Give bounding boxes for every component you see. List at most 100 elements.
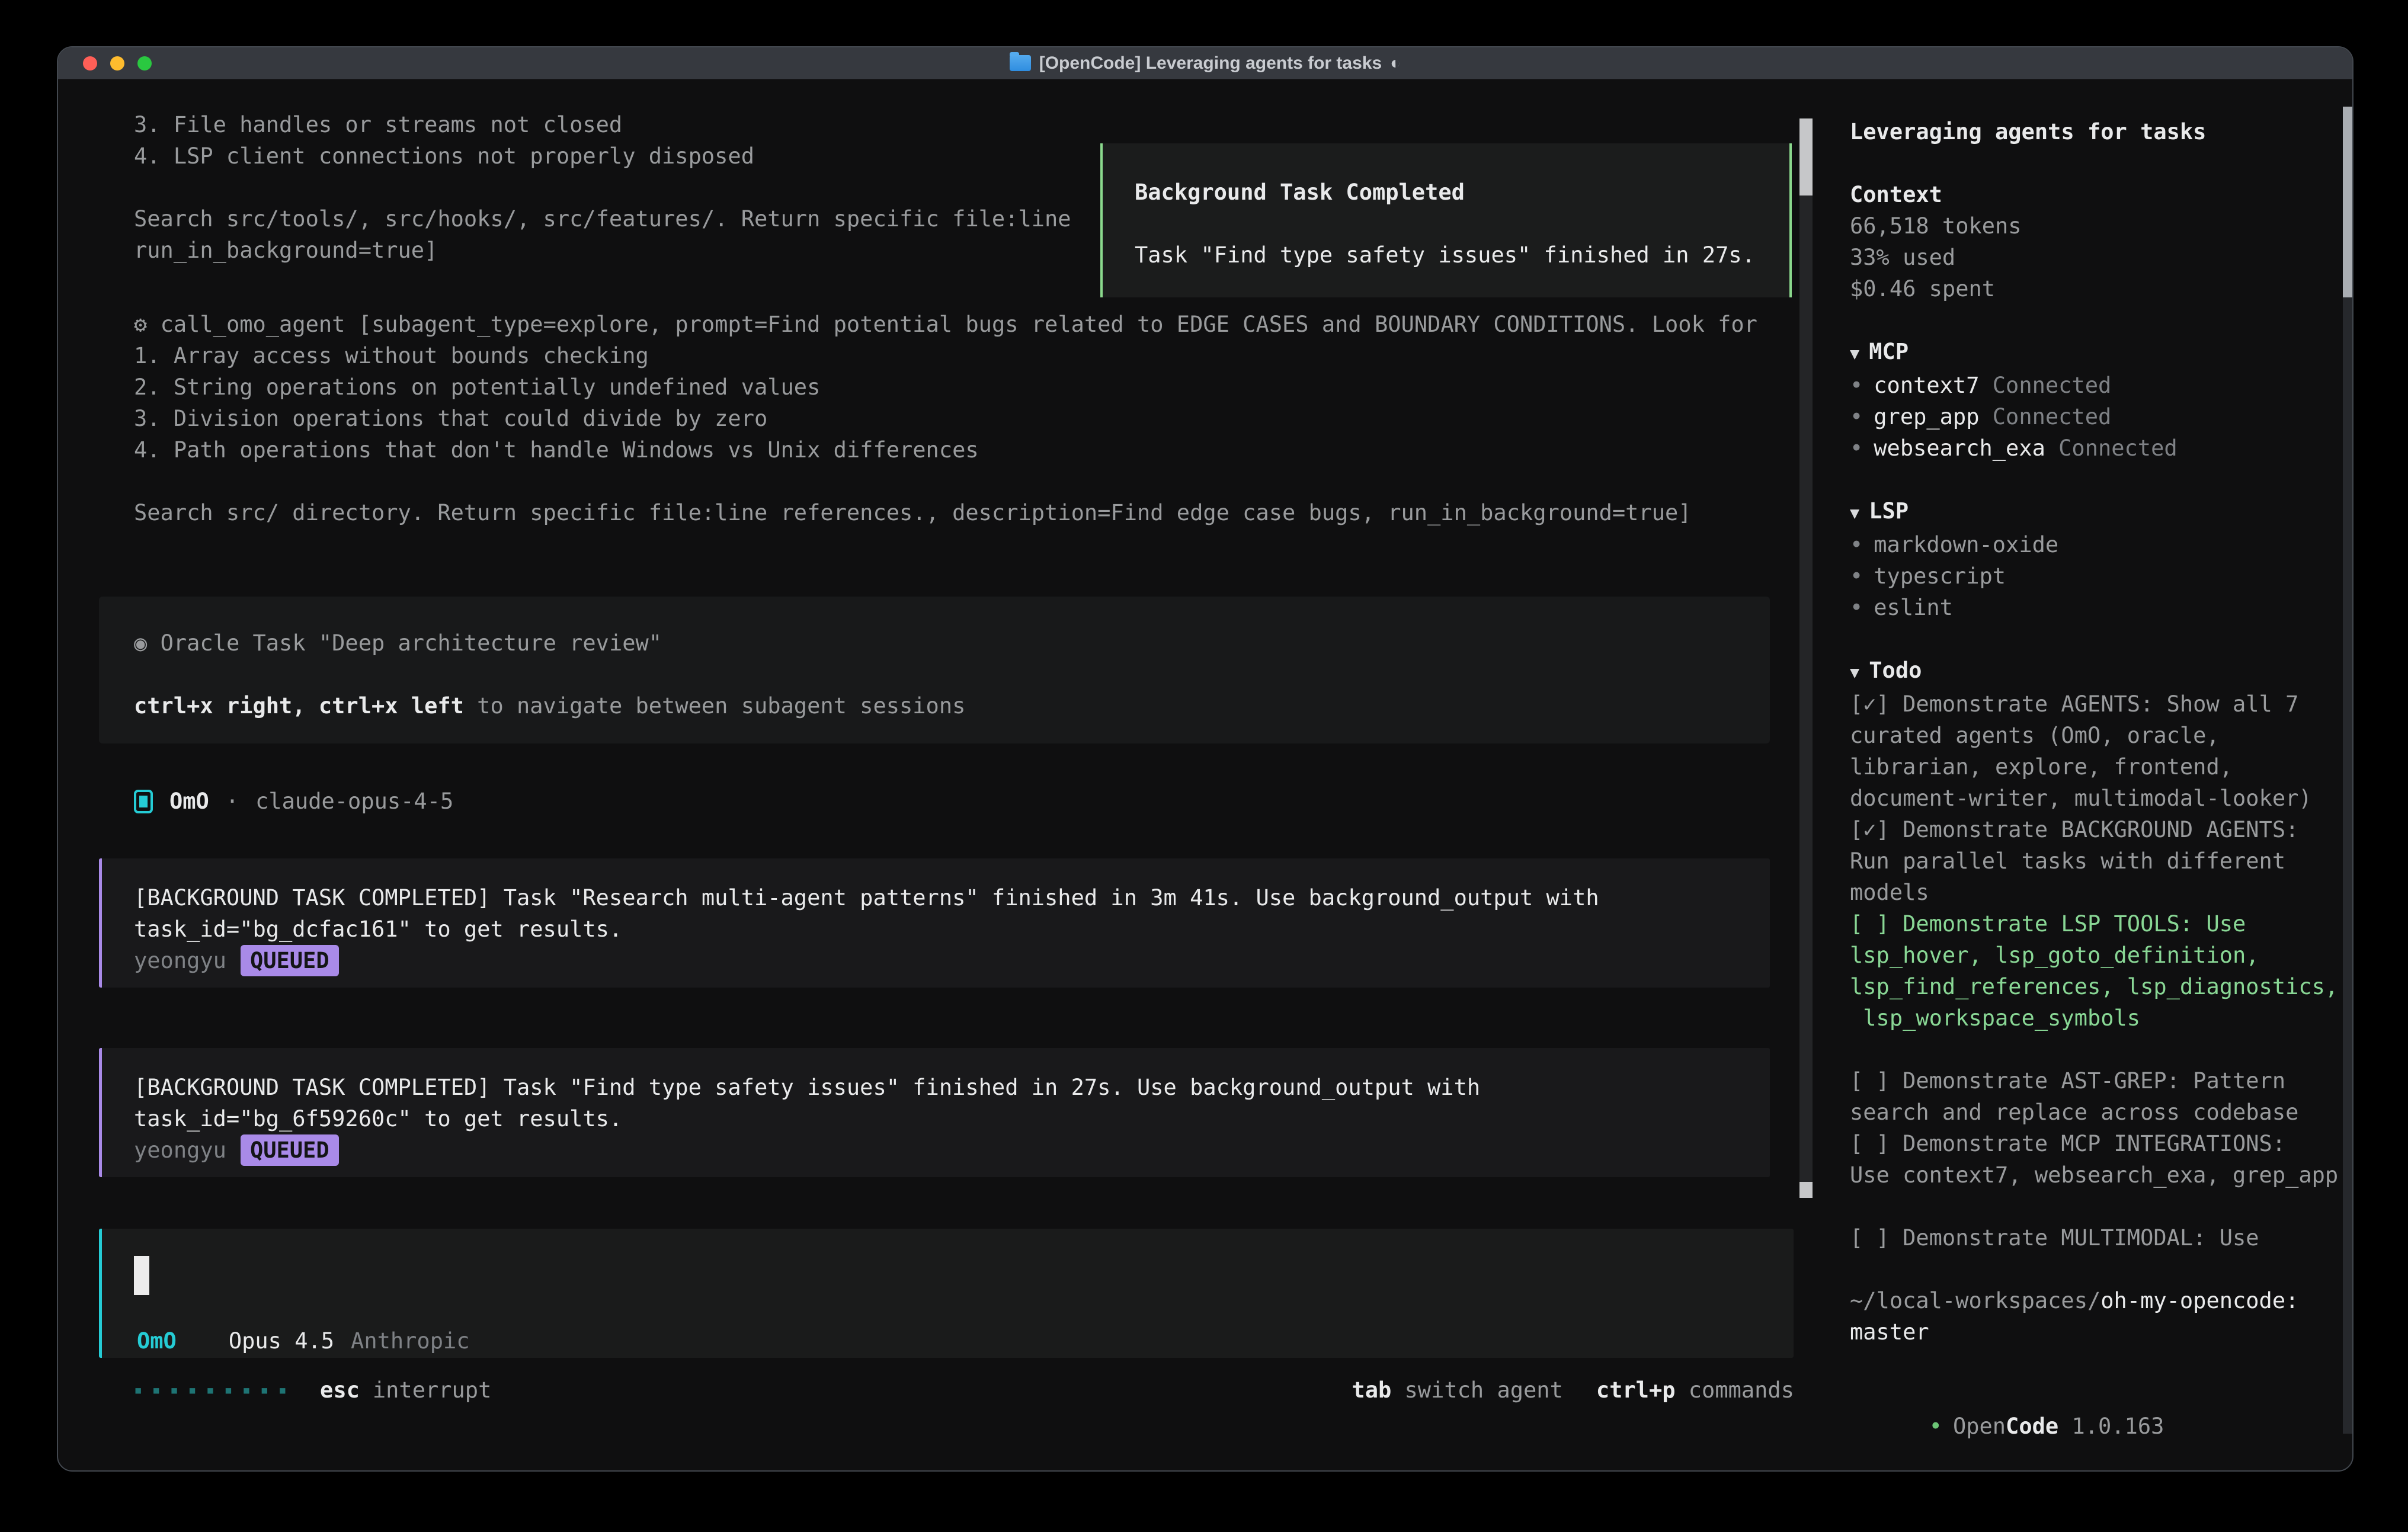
sidebar-scrollbar[interactable] [2343, 107, 2353, 1434]
terminal-line: Search src/tools/, src/hooks/, src/featu… [134, 203, 1071, 235]
todo-item-active: [ ] Demonstrate LSP TOOLS: Use lsp_hover… [1850, 908, 2342, 1034]
author-name: yeongyu [134, 1137, 226, 1163]
workspace-repo: oh-my-opencode: [2100, 1288, 2298, 1313]
window-title-suffix-icon: ◐ [1390, 53, 1401, 73]
prompt-input[interactable]: OmO Opus 4.5 Anthropic [99, 1229, 1794, 1358]
terminal-line: 1. Array access without bounds checking [134, 340, 1757, 371]
keybind-text: ctrl+x right, ctrl+x left [134, 693, 464, 719]
lsp-item: •eslint [1850, 592, 2342, 623]
esc-key-hint: esc [320, 1374, 360, 1406]
author-name: yeongyu [134, 948, 226, 973]
status-bar: ▪▪▪▪▪▪▪▪▪ esc interrupt tab switch agent… [134, 1374, 1794, 1406]
context-spent: $0.46 spent [1850, 273, 2342, 305]
workspace-path-prefix: ~/local-workspaces/ [1850, 1288, 2100, 1313]
commands-hint: ctrl+p commands [1596, 1374, 1794, 1406]
agent-model: claude-opus-4-5 [255, 786, 453, 817]
tool-call-text: call_omo_agent [subagent_type=explore, p… [161, 312, 1757, 337]
bullet-icon: • [1850, 435, 1863, 461]
record-icon: ◉ [134, 630, 147, 656]
status-badge: QUEUED [241, 945, 339, 976]
lsp-item: •markdown-oxide [1850, 529, 2342, 560]
mcp-item: •grep_app Connected [1850, 401, 2342, 432]
terminal-line: Search src/ directory. Return specific f… [134, 497, 1757, 528]
folder-icon [1010, 55, 1031, 71]
context-tokens: 66,518 tokens [1850, 210, 2342, 242]
bullet-icon: • [1850, 532, 1863, 557]
message-line: task_id="bg_6f59260c" to get results. [134, 1103, 1770, 1134]
terminal-line: 4. LSP client connections not properly d… [134, 140, 1071, 172]
background-task-message: [BACKGROUND TASK COMPLETED] Task "Find t… [99, 1048, 1770, 1177]
sidebar: Leveraging agents for tasks Context 66,5… [1850, 116, 2342, 1472]
workspace-branch: master [1850, 1316, 2342, 1348]
separator-dot: · [226, 786, 239, 817]
tab-hint: tab switch agent [1352, 1374, 1562, 1406]
message-line: [BACKGROUND TASK COMPLETED] Task "Find t… [134, 1072, 1770, 1103]
lsp-item: •typescript [1850, 560, 2342, 592]
agent-name: OmO [169, 786, 209, 817]
minimize-button[interactable] [110, 56, 124, 70]
zoom-button[interactable] [137, 56, 152, 70]
message-meta: yeongyuQUEUED [134, 1134, 1770, 1166]
agent-header: OmO · claude-opus-4-5 [134, 786, 453, 817]
terminal-line: 2. String operations on potentially unde… [134, 371, 1757, 403]
todo-section-header[interactable]: ▼Todo [1850, 655, 2342, 688]
sidebar-scrollbar-thumb[interactable] [2343, 107, 2353, 297]
context-heading: Context [1850, 179, 2342, 210]
chevron-down-icon: ▼ [1850, 504, 1859, 523]
terminal-scrollback: 3. File handles or streams not closed 4.… [134, 109, 1071, 266]
input-provider-name: Anthropic [351, 1325, 469, 1357]
mcp-section-header[interactable]: ▼MCP [1850, 336, 2342, 370]
workspace-path: ~/local-workspaces/oh-my-opencode: maste… [1850, 1285, 2342, 1348]
message-meta: yeongyu QUEUED [134, 945, 1770, 976]
terminal-line: 3. File handles or streams not closed [134, 109, 1071, 140]
tool-call-first-line: ⚙ call_omo_agent [subagent_type=explore,… [134, 309, 1757, 340]
gear-icon: ⚙ [134, 312, 147, 337]
window-title-text: [OpenCode] Leveraging agents for tasks [1039, 53, 1382, 73]
oracle-task-title: ◉ Oracle Task "Deep architecture review" [134, 627, 1770, 659]
input-agent-name: OmO [137, 1325, 177, 1357]
status-dot-icon: • [1929, 1414, 1942, 1439]
todo-item: [ ] Demonstrate MULTIMODAL: Use [1850, 1222, 2342, 1254]
todo-item: [✓] Demonstrate BACKGROUND AGENTS: Run p… [1850, 814, 2342, 908]
bullet-icon: • [1850, 373, 1863, 398]
bullet-icon: • [1850, 595, 1863, 620]
content-scrollbar-foot[interactable] [1799, 1182, 1813, 1198]
input-model-name: Opus 4.5 [229, 1325, 334, 1357]
todo-item: [ ] Demonstrate AST-GREP: Pattern search… [1850, 1065, 2342, 1128]
sidebar-scrollbar-track [2343, 297, 2353, 1434]
tool-call-block: ⚙ call_omo_agent [subagent_type=explore,… [134, 309, 1757, 528]
content-scrollbar[interactable] [1799, 118, 1813, 1198]
mcp-item: •websearch_exa Connected [1850, 432, 2342, 464]
chevron-down-icon: ▼ [1850, 345, 1859, 363]
terminal-line: 3. Division operations that could divide… [134, 403, 1757, 434]
input-model-row: OmO Opus 4.5 Anthropic [137, 1325, 470, 1357]
toast-title: Background Task Completed [1135, 177, 1789, 208]
spinner-dots-icon: ▪▪▪▪▪▪▪▪▪ [134, 1374, 296, 1406]
close-button[interactable] [83, 56, 97, 70]
window-title: [OpenCode] Leveraging agents for tasks ◐ [1010, 53, 1401, 73]
oracle-task-box[interactable]: ◉ Oracle Task "Deep architecture review"… [99, 597, 1770, 743]
message-line: [BACKGROUND TASK COMPLETED] Task "Resear… [134, 882, 1770, 914]
toast-body: Task "Find type safety issues" finished … [1135, 239, 1789, 271]
chevron-down-icon: ▼ [1850, 664, 1859, 682]
background-task-toast[interactable]: Background Task Completed Task "Find typ… [1100, 143, 1792, 297]
bullet-icon: • [1850, 404, 1863, 430]
text-cursor [134, 1256, 149, 1295]
todo-item: [✓] Demonstrate AGENTS: Show all 7 curat… [1850, 688, 2342, 814]
todo-item: [ ] Demonstrate MCP INTEGRATIONS: Use co… [1850, 1128, 2342, 1191]
message-line: task_id="bg_dcfac161" to get results. [134, 914, 1770, 945]
session-title: Leveraging agents for tasks [1850, 116, 2342, 148]
status-bar-right: tab switch agent ctrl+p commands [1352, 1374, 1794, 1406]
content-scrollbar-thumb[interactable] [1799, 118, 1813, 195]
titlebar[interactable]: [OpenCode] Leveraging agents for tasks ◐ [58, 47, 2352, 79]
mcp-item: •context7 Connected [1850, 370, 2342, 401]
terminal-line: run_in_background=true] [134, 235, 1071, 266]
bullet-icon: • [1850, 563, 1863, 589]
terminal-line: 4. Path operations that don't handle Win… [134, 434, 1757, 466]
context-used: 33% used [1850, 242, 2342, 273]
traffic-lights [83, 56, 152, 70]
lsp-section-header[interactable]: ▼LSP [1850, 495, 2342, 529]
agent-icon [134, 790, 153, 813]
terminal-window: [OpenCode] Leveraging agents for tasks ◐… [57, 46, 2353, 1472]
terminal-line [134, 466, 1757, 497]
